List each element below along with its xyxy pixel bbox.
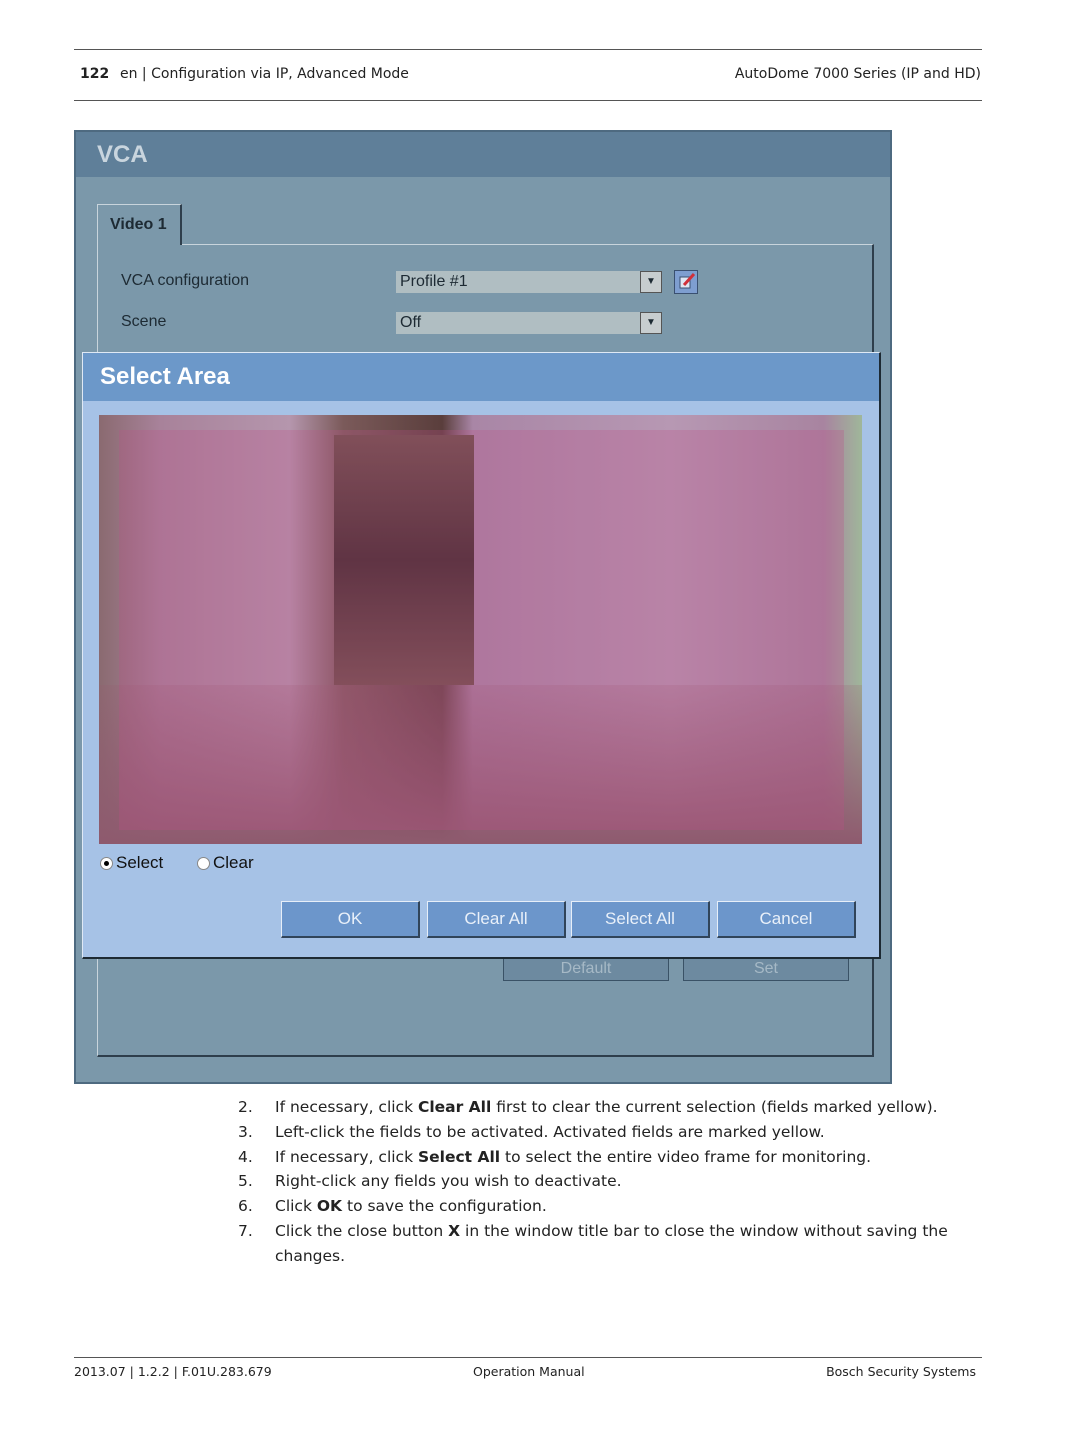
vca-title: VCA bbox=[97, 141, 148, 168]
select-area-dialog: Select Area Select Clear OK Clear All Se… bbox=[82, 352, 881, 959]
select-all-button[interactable]: Select All bbox=[571, 901, 710, 938]
step-number: 2. bbox=[238, 1098, 253, 1116]
vca-configuration-select[interactable]: Profile #1 ▼ bbox=[396, 271, 662, 293]
section-title: en | Configuration via IP, Advanced Mode bbox=[120, 66, 409, 82]
step-text-part: Click bbox=[275, 1197, 317, 1216]
step-text-part: Right-click any fields you wish to deact… bbox=[275, 1172, 622, 1191]
vca-screenshot: VCA Video 1 VCA configuration Profile #1… bbox=[74, 130, 892, 1084]
footer-company: Bosch Security Systems bbox=[826, 1364, 976, 1379]
step-text: Click the close button X in the window t… bbox=[275, 1219, 978, 1269]
step-number: 7. bbox=[238, 1221, 253, 1240]
product-name: AutoDome 7000 Series (IP and HD) bbox=[734, 66, 981, 82]
instruction-steps: 2. If necessary, click Clear All first to… bbox=[238, 1095, 978, 1269]
step-number: 5. bbox=[238, 1172, 253, 1191]
chevron-down-icon[interactable]: ▼ bbox=[640, 312, 662, 334]
edit-icon[interactable] bbox=[674, 270, 698, 294]
step-text: Right-click any fields you wish to deact… bbox=[275, 1169, 622, 1194]
header-rule-top bbox=[74, 49, 982, 50]
vca-title-bar: VCA bbox=[76, 132, 890, 177]
step-text: Click OK to save the configuration. bbox=[275, 1194, 547, 1219]
scene-select[interactable]: Off ▼ bbox=[396, 312, 662, 334]
vca-configuration-value: Profile #1 bbox=[400, 273, 468, 290]
dialog-title-bar: Select Area bbox=[83, 353, 879, 401]
default-button[interactable]: Default bbox=[503, 957, 669, 981]
step-number: 4. bbox=[238, 1147, 253, 1166]
tab-video-1[interactable]: Video 1 bbox=[97, 204, 182, 245]
step-text-part: first to clear the current selection (fi… bbox=[491, 1098, 938, 1116]
radio-select-label: Select bbox=[116, 853, 164, 872]
step-text-part: to select the entire video frame for mon… bbox=[500, 1147, 872, 1166]
cancel-button[interactable]: Cancel bbox=[717, 901, 856, 938]
list-item: 4. If necessary, click Select All to sele… bbox=[238, 1145, 978, 1170]
clear-all-button[interactable]: Clear All bbox=[427, 901, 566, 938]
list-item: 7. Click the close button X in the window… bbox=[238, 1219, 978, 1269]
chevron-down-icon[interactable]: ▼ bbox=[640, 271, 662, 293]
radio-checked-icon bbox=[100, 857, 113, 871]
footer-rule bbox=[74, 1357, 982, 1358]
step-text-part: to save the configuration. bbox=[342, 1197, 547, 1216]
step-emphasis: Select All bbox=[417, 1147, 501, 1166]
selected-area-overlay bbox=[119, 430, 844, 830]
step-text-part: If necessary, click bbox=[275, 1147, 418, 1166]
set-button[interactable]: Set bbox=[683, 957, 849, 981]
step-number: 3. bbox=[238, 1122, 253, 1141]
step-text: If necessary, click Clear All first to c… bbox=[275, 1095, 938, 1120]
footer-doc-type: Operation Manual bbox=[473, 1364, 585, 1379]
list-item: 6. Click OK to save the configuration. bbox=[238, 1194, 978, 1219]
step-text: Left-click the fields to be activated. A… bbox=[275, 1120, 825, 1145]
ok-button[interactable]: OK bbox=[281, 901, 420, 938]
step-emphasis: X bbox=[448, 1221, 461, 1240]
camera-video-frame[interactable] bbox=[99, 415, 862, 844]
step-text-part: Click the close button bbox=[275, 1221, 449, 1240]
radio-unchecked-icon bbox=[197, 857, 210, 871]
radio-clear-label: Clear bbox=[213, 853, 254, 872]
dialog-title: Select Area bbox=[100, 363, 230, 390]
footer-version: 2013.07 | 1.2.2 | F.01U.283.679 bbox=[74, 1364, 272, 1379]
step-text: If necessary, click Select All to select… bbox=[275, 1145, 871, 1170]
header-rule-bottom bbox=[74, 100, 982, 101]
step-emphasis: Clear All bbox=[417, 1098, 492, 1116]
list-item: 3. Left-click the fields to be activated.… bbox=[238, 1120, 978, 1145]
step-emphasis: OK bbox=[316, 1197, 343, 1216]
list-item: 5. Right-click any fields you wish to dea… bbox=[238, 1169, 978, 1194]
step-text-part: If necessary, click bbox=[275, 1098, 418, 1116]
step-number: 6. bbox=[238, 1197, 253, 1216]
radio-clear[interactable]: Clear bbox=[197, 853, 254, 873]
scene-value: Off bbox=[400, 314, 422, 331]
radio-select[interactable]: Select bbox=[100, 853, 163, 873]
list-item: 2. If necessary, click Clear All first to… bbox=[238, 1095, 978, 1120]
scene-label: Scene bbox=[121, 313, 167, 330]
page-number: 122 bbox=[80, 66, 110, 82]
step-text-part: Left-click the fields to be activated. A… bbox=[275, 1122, 825, 1141]
vca-configuration-label: VCA configuration bbox=[121, 272, 250, 289]
